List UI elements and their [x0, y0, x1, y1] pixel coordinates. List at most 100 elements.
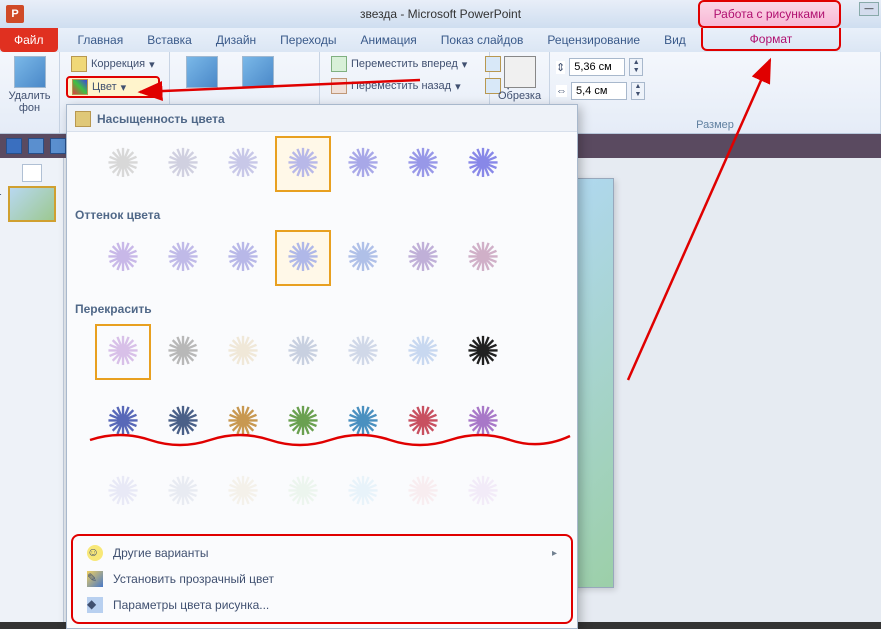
size-group-label: Размер	[556, 119, 874, 131]
color-swatch[interactable]: ✺	[335, 464, 391, 520]
tab-insert[interactable]: Вставка	[135, 33, 204, 47]
color-swatch[interactable]: ✺	[455, 324, 511, 380]
saturation-swatches: ✺✺✺✺✺✺✺	[67, 132, 577, 202]
saturation-icon	[75, 111, 91, 127]
remove-background-button[interactable]: Удалить фон	[6, 54, 53, 116]
color-swatch[interactable]: ✺	[275, 324, 331, 380]
color-swatch[interactable]: ✺	[455, 394, 511, 450]
more-variants-label: Другие варианты	[113, 546, 208, 560]
window-title: звезда - Microsoft PowerPoint	[360, 7, 521, 21]
height-input[interactable]: ⇕ ▲▼	[556, 58, 645, 76]
color-swatch[interactable]: ✺	[455, 464, 511, 520]
bring-forward-button[interactable]: Переместить вперед ▾	[326, 54, 472, 74]
color-swatch[interactable]: ✺	[395, 394, 451, 450]
slide-number: 1	[0, 186, 2, 198]
color-swatch[interactable]: ✺	[155, 324, 211, 380]
slide-thumbnail-panel: 1	[0, 158, 64, 622]
bring-forward-label: Переместить вперед	[351, 58, 458, 70]
redo-icon[interactable]	[50, 138, 66, 154]
picture-styles-2[interactable]	[232, 54, 284, 92]
pencil-icon: ✎	[87, 571, 103, 587]
dropdown-icon: ▾	[121, 81, 127, 94]
recolor-swatches-2: ✺✺✺✺✺✺✺	[67, 390, 577, 460]
crop-button[interactable]: Обрезка	[496, 54, 543, 104]
corrections-label: Коррекция	[91, 58, 145, 70]
submenu-arrow-icon: ▸	[552, 548, 557, 559]
style2-icon	[242, 56, 274, 88]
more-variants-icon: ☺	[87, 545, 103, 561]
tone-swatches: ✺✺✺✺✺✺✺	[67, 226, 577, 296]
dropdown-icon: ▾	[462, 58, 468, 71]
color-swatch[interactable]: ✺	[95, 464, 151, 520]
color-swatch[interactable]: ✺	[215, 394, 271, 450]
tab-format[interactable]: Формат	[701, 28, 841, 51]
color-swatch[interactable]: ✺	[215, 464, 271, 520]
color-gallery-dropdown: Насыщенность цвета ✺✺✺✺✺✺✺ Оттенок цвета…	[66, 104, 578, 629]
width-field[interactable]	[571, 82, 627, 100]
set-transparent-item[interactable]: ✎ Установить прозрачный цвет	[73, 566, 571, 592]
color-swatch[interactable]: ✺	[95, 324, 151, 380]
more-variants-item[interactable]: ☺ Другие варианты ▸	[73, 540, 571, 566]
color-swatch[interactable]: ✺	[155, 230, 211, 286]
width-icon: ⇔	[556, 85, 567, 97]
color-swatch[interactable]: ✺	[155, 394, 211, 450]
recolor-section-header: Перекрасить	[67, 296, 577, 320]
window-controls: —	[859, 2, 879, 16]
color-swatch[interactable]: ✺	[95, 136, 151, 192]
color-options-item[interactable]: ◆ Параметры цвета рисунка...	[73, 592, 571, 618]
color-swatch[interactable]: ✺	[275, 394, 331, 450]
color-swatch[interactable]: ✺	[455, 136, 511, 192]
outline-tab-icon[interactable]	[22, 164, 42, 182]
set-transparent-label: Установить прозрачный цвет	[113, 572, 274, 586]
color-swatch[interactable]: ✺	[95, 394, 151, 450]
tab-slideshow[interactable]: Показ слайдов	[429, 33, 536, 47]
color-swatch[interactable]: ✺	[335, 136, 391, 192]
height-spinner[interactable]: ▲▼	[629, 58, 643, 76]
tab-review[interactable]: Рецензирование	[535, 33, 652, 47]
color-swatch[interactable]: ✺	[335, 394, 391, 450]
width-input[interactable]: ⇔ ▲▼	[556, 82, 645, 100]
width-spinner[interactable]: ▲▼	[631, 82, 645, 100]
height-field[interactable]	[569, 58, 625, 76]
crop-label: Обрезка	[498, 90, 541, 102]
color-swatch[interactable]: ✺	[395, 324, 451, 380]
corrections-button[interactable]: Коррекция ▾	[66, 54, 160, 74]
picture-tools-context-tab[interactable]: Работа с рисунками	[698, 0, 841, 28]
undo-icon[interactable]	[28, 138, 44, 154]
color-swatch[interactable]: ✺	[395, 136, 451, 192]
style-icon	[186, 56, 218, 88]
height-icon: ⇕	[556, 61, 565, 74]
tab-home[interactable]: Главная	[66, 33, 136, 47]
color-swatch[interactable]: ✺	[275, 464, 331, 520]
tab-view[interactable]: Вид	[652, 33, 698, 47]
options-icon: ◆	[87, 597, 103, 613]
color-swatch[interactable]: ✺	[275, 230, 331, 286]
tone-label: Оттенок цвета	[75, 208, 160, 222]
color-swatch[interactable]: ✺	[155, 136, 211, 192]
tab-transitions[interactable]: Переходы	[268, 33, 348, 47]
color-swatch[interactable]: ✺	[455, 230, 511, 286]
bring-forward-icon	[331, 56, 347, 72]
tone-section-header: Оттенок цвета	[67, 202, 577, 226]
color-swatch[interactable]: ✺	[95, 230, 151, 286]
tab-design[interactable]: Дизайн	[204, 33, 268, 47]
slide-thumbnail-1[interactable]	[8, 186, 56, 222]
color-button[interactable]: Цвет ▾	[66, 76, 160, 98]
color-swatch[interactable]: ✺	[395, 230, 451, 286]
send-backward-button[interactable]: Переместить назад ▾	[326, 76, 472, 96]
color-swatch[interactable]: ✺	[215, 136, 271, 192]
picture-styles[interactable]	[176, 54, 228, 92]
color-swatch[interactable]: ✺	[275, 136, 331, 192]
color-swatch[interactable]: ✺	[335, 230, 391, 286]
tab-file[interactable]: Файл	[0, 28, 58, 52]
color-swatch[interactable]: ✺	[335, 324, 391, 380]
recolor-label: Перекрасить	[75, 302, 152, 316]
color-swatch[interactable]: ✺	[215, 230, 271, 286]
title-bar: P звезда - Microsoft PowerPoint Работа с…	[0, 0, 881, 28]
color-swatch[interactable]: ✺	[155, 464, 211, 520]
save-icon[interactable]	[6, 138, 22, 154]
minimize-button[interactable]: —	[859, 2, 879, 16]
color-swatch[interactable]: ✺	[215, 324, 271, 380]
tab-animations[interactable]: Анимация	[348, 33, 428, 47]
color-swatch[interactable]: ✺	[395, 464, 451, 520]
